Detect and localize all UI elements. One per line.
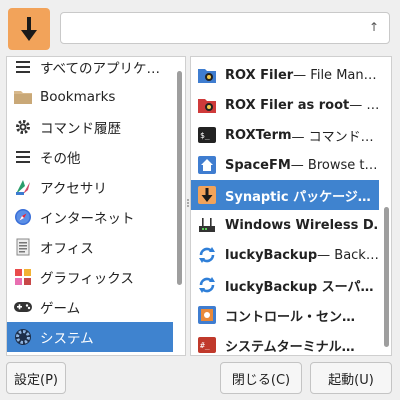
app-item[interactable]: luckyBackup — Back… xyxy=(191,240,379,270)
document-icon xyxy=(13,237,33,257)
search-input[interactable] xyxy=(67,18,351,40)
category-label: すべてのアプリケ… xyxy=(40,61,161,77)
close-button[interactable]: 閉じる(C) xyxy=(220,362,302,394)
category-label: オフィス xyxy=(40,241,94,257)
settings-button[interactable]: 設定(P) xyxy=(6,362,66,394)
app-item[interactable]: luckyBackup スーパ… xyxy=(191,270,379,300)
app-list[interactable]: ROX Filer — File Man… ROX Filer as root … xyxy=(190,56,392,356)
app-name: システムターミナル… xyxy=(225,339,355,355)
category-list[interactable]: すべてのアプリケ… Bookmarks コマンド履歴 その他 アクセサリ インタ… xyxy=(6,56,186,356)
category-label: システム xyxy=(40,331,94,347)
control-center-icon xyxy=(197,305,217,325)
rox-filer-icon xyxy=(197,65,217,85)
category-bookmarks[interactable]: Bookmarks xyxy=(7,82,173,112)
svg-text:$_: $_ xyxy=(200,131,210,140)
category-other[interactable]: その他 xyxy=(7,142,173,172)
category-all-apps[interactable]: すべてのアプリケ… xyxy=(7,57,173,82)
svg-text:#_: #_ xyxy=(200,341,210,350)
terminal-icon: #_ xyxy=(197,335,217,355)
app-item[interactable]: Windows Wireless D… xyxy=(191,210,379,240)
sync-icon xyxy=(197,275,217,295)
list-icon xyxy=(13,57,33,77)
launch-button[interactable]: 起動(U) xyxy=(310,362,392,394)
synaptic-icon xyxy=(197,185,217,205)
app-name: ROX Filer as root xyxy=(225,97,350,113)
gamepad-icon xyxy=(13,297,33,317)
app-desc: — … xyxy=(349,97,379,113)
app-item[interactable]: SpaceFM — Browse t… xyxy=(191,150,379,180)
synaptic-app-icon xyxy=(8,8,50,50)
category-label: その他 xyxy=(40,151,81,167)
app-item[interactable]: ROX Filer as root — … xyxy=(191,90,379,120)
category-label: アクセサリ xyxy=(40,181,107,197)
app-name: Synaptic パッケージ… xyxy=(225,189,371,205)
category-label: グラフィックス xyxy=(40,271,134,287)
category-graphics[interactable]: グラフィックス xyxy=(7,262,173,292)
rox-filer-root-icon xyxy=(197,95,217,115)
category-command-history[interactable]: コマンド履歴 xyxy=(7,112,173,142)
category-system[interactable]: システム xyxy=(7,322,173,352)
category-games[interactable]: ゲーム xyxy=(7,292,173,322)
category-label: ゲーム xyxy=(40,301,81,317)
app-name: ROX Filer xyxy=(225,67,294,83)
app-desc: — Back… xyxy=(317,247,379,263)
app-name: luckyBackup スーパ… xyxy=(225,279,374,295)
terminal-icon: $_ xyxy=(197,125,217,145)
system-gear-icon xyxy=(13,327,33,347)
app-item[interactable]: ROX Filer — File Man… xyxy=(191,60,379,90)
app-item-selected[interactable]: Synaptic パッケージ… xyxy=(191,180,379,210)
app-desc: — File Man… xyxy=(293,67,377,83)
app-name: luckyBackup xyxy=(225,247,318,263)
folder-icon xyxy=(13,87,33,107)
app-item[interactable]: コントロール・セン… xyxy=(191,300,379,330)
app-item[interactable]: $_ ROXTerm — コマンド… xyxy=(191,120,379,150)
app-desc: — Browse t… xyxy=(290,157,378,173)
gear-icon xyxy=(13,117,33,137)
category-office[interactable]: オフィス xyxy=(7,232,173,262)
category-label: Bookmarks xyxy=(40,89,116,105)
search-box[interactable]: ↑ xyxy=(60,12,390,44)
app-item[interactable]: #_ システムターミナル… xyxy=(191,330,379,355)
app-desc: — コマンド… xyxy=(291,129,374,145)
category-scrollbar[interactable] xyxy=(177,71,182,285)
category-label: コマンド履歴 xyxy=(40,121,121,137)
accessories-icon xyxy=(13,177,33,197)
app-name: コントロール・セン… xyxy=(225,309,356,325)
home-icon xyxy=(197,155,217,175)
sync-icon xyxy=(197,245,217,265)
list-icon xyxy=(13,147,33,167)
category-accessories[interactable]: アクセサリ xyxy=(7,172,173,202)
search-up-icon[interactable]: ↑ xyxy=(369,20,379,34)
app-name: Windows Wireless D… xyxy=(225,217,379,233)
app-scrollbar[interactable] xyxy=(384,207,389,347)
category-internet[interactable]: インターネット xyxy=(7,202,173,232)
router-icon xyxy=(197,215,217,235)
category-label: インターネット xyxy=(40,211,135,227)
compass-icon xyxy=(13,207,33,227)
palette-icon xyxy=(13,267,33,287)
app-name: SpaceFM xyxy=(225,157,291,173)
app-name: ROXTerm xyxy=(225,127,292,143)
